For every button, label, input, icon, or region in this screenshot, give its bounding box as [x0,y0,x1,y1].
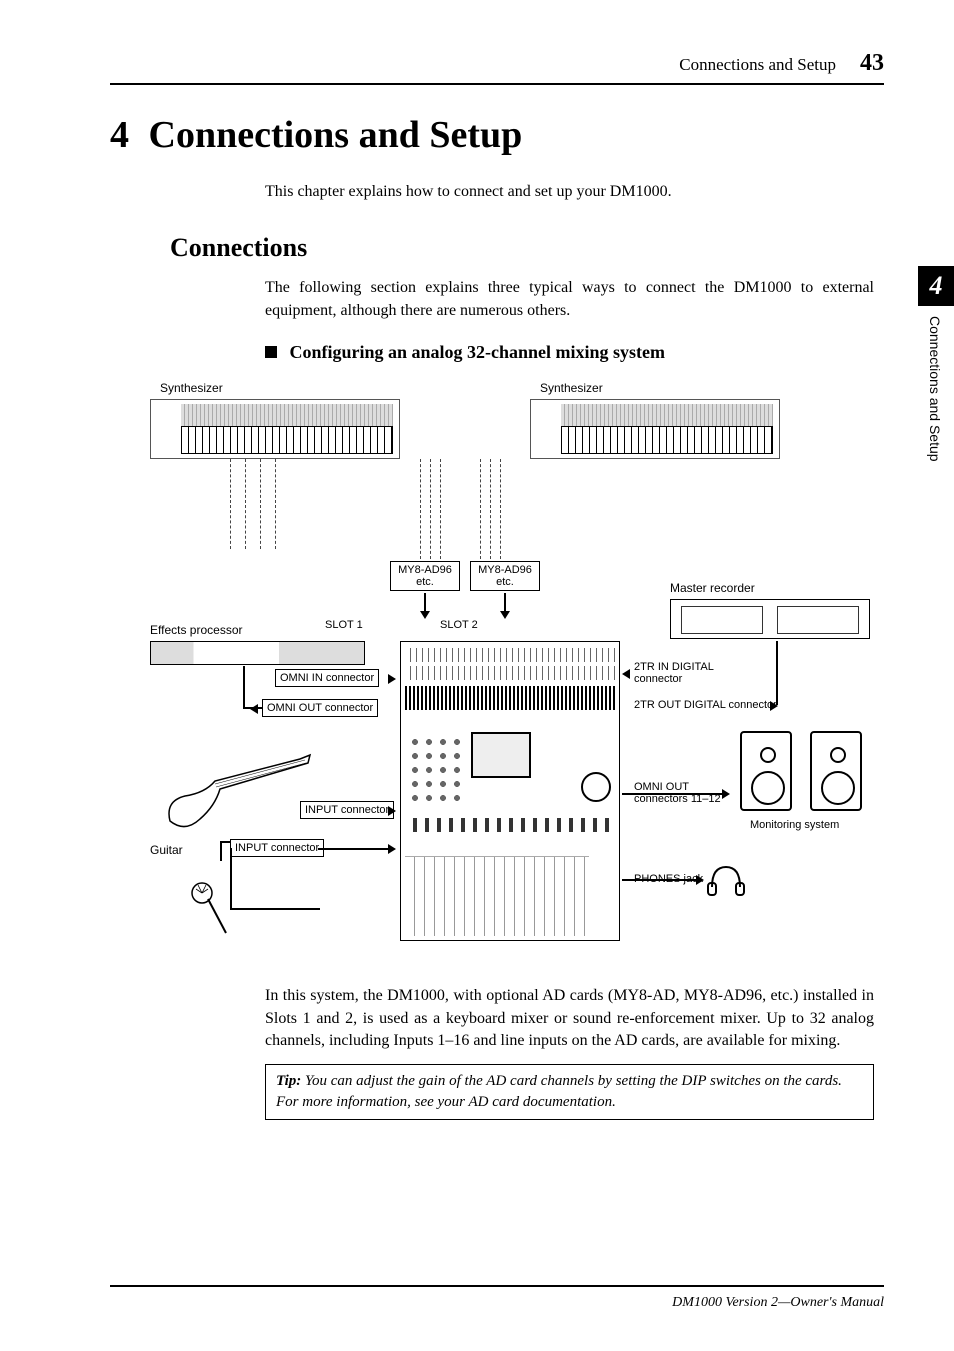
master-recorder-icon [670,599,870,639]
slot1-card-box: MY8-AD96 etc. [390,561,460,591]
cable-dashed [275,459,276,549]
body-paragraph: In this system, the DM1000, with optiona… [265,985,874,1052]
header-page-number: 43 [860,50,884,77]
arrow-line [230,848,232,908]
cable-dashed [245,459,246,549]
section-paragraph: The following section explains three typ… [265,277,874,322]
subsection-title: Configuring an analog 32-channel mixing … [290,342,666,362]
side-tab-text: Connections and Setup [918,306,943,462]
connection-diagram: Synthesizer Synthesizer MY8-AD96 etc. MY… [130,381,884,961]
label-2tr-out: 2TR OUT DIGITAL connector [634,699,777,711]
side-tab: 4 Connections and Setup [918,266,954,476]
arrow-line [622,793,724,795]
slot2-card-box: MY8-AD96 etc. [470,561,540,591]
section-heading: Connections [170,233,884,263]
label-omni-in: OMNI IN connector [275,669,379,687]
bullet-square-icon [265,346,277,358]
tip-box: Tip: You can adjust the gain of the AD c… [265,1064,874,1120]
mixer-console-icon [400,641,620,941]
arrow-line [230,908,320,910]
synthesizer-right-icon [530,399,780,459]
cable-dashed [230,459,231,549]
microphone-icon [190,881,230,941]
cable-dashed [480,459,481,559]
arrow-line [243,707,263,709]
guitar-icon [160,751,320,841]
synthesizer-left-icon [150,399,400,459]
arrow-line [243,666,245,709]
cable-dashed [500,459,501,559]
label-input-2: INPUT connector [230,839,324,857]
label-slot1: SLOT 1 [325,619,363,631]
arrow-line [504,593,506,613]
arrow-line [622,879,698,881]
arrow-right-icon [388,674,396,684]
subsection-heading: Configuring an analog 32-channel mixing … [265,342,884,363]
cable-dashed [260,459,261,549]
arrow-line [318,848,390,850]
page-footer: DM1000 Version 2—Owner's Manual [110,1285,884,1311]
cable-dashed [490,459,491,559]
side-tab-number: 4 [918,266,954,306]
label-slot2: SLOT 2 [440,619,478,631]
tip-label: Tip: [276,1073,301,1089]
chapter-name: Connections and Setup [149,114,523,156]
speaker-left-icon [740,731,792,811]
arrow-left-icon [250,704,258,714]
arrow-line [776,641,778,705]
cable-dashed [440,459,441,559]
cable-dashed [420,459,421,559]
arrow-line [220,841,222,861]
speaker-right-icon [810,731,862,811]
label-2tr-in: 2TR IN DIGITAL connector [634,661,714,685]
label-synth-right: Synthesizer [540,381,603,395]
chapter-title: 4 Connections and Setup [110,113,884,157]
page-header: Connections and Setup 43 [110,50,884,85]
arrow-right-icon [388,806,396,816]
label-guitar: Guitar [150,843,183,857]
effects-processor-icon [150,641,365,665]
chapter-intro: This chapter explains how to connect and… [265,181,884,203]
header-section-title: Connections and Setup [679,55,836,75]
arrow-line [424,593,426,613]
label-omni-out: OMNI OUT connector [262,699,378,717]
label-master-recorder: Master recorder [670,581,755,595]
tip-text: You can adjust the gain of the AD card c… [276,1073,842,1110]
label-synth-left: Synthesizer [160,381,223,395]
chapter-number: 4 [110,113,129,157]
label-monitoring: Monitoring system [750,819,839,831]
cable-dashed [430,459,431,559]
headphones-icon [706,861,746,897]
label-effects: Effects processor [150,623,242,637]
label-input-1: INPUT connector [300,801,394,819]
arrow-left-icon [622,669,630,679]
